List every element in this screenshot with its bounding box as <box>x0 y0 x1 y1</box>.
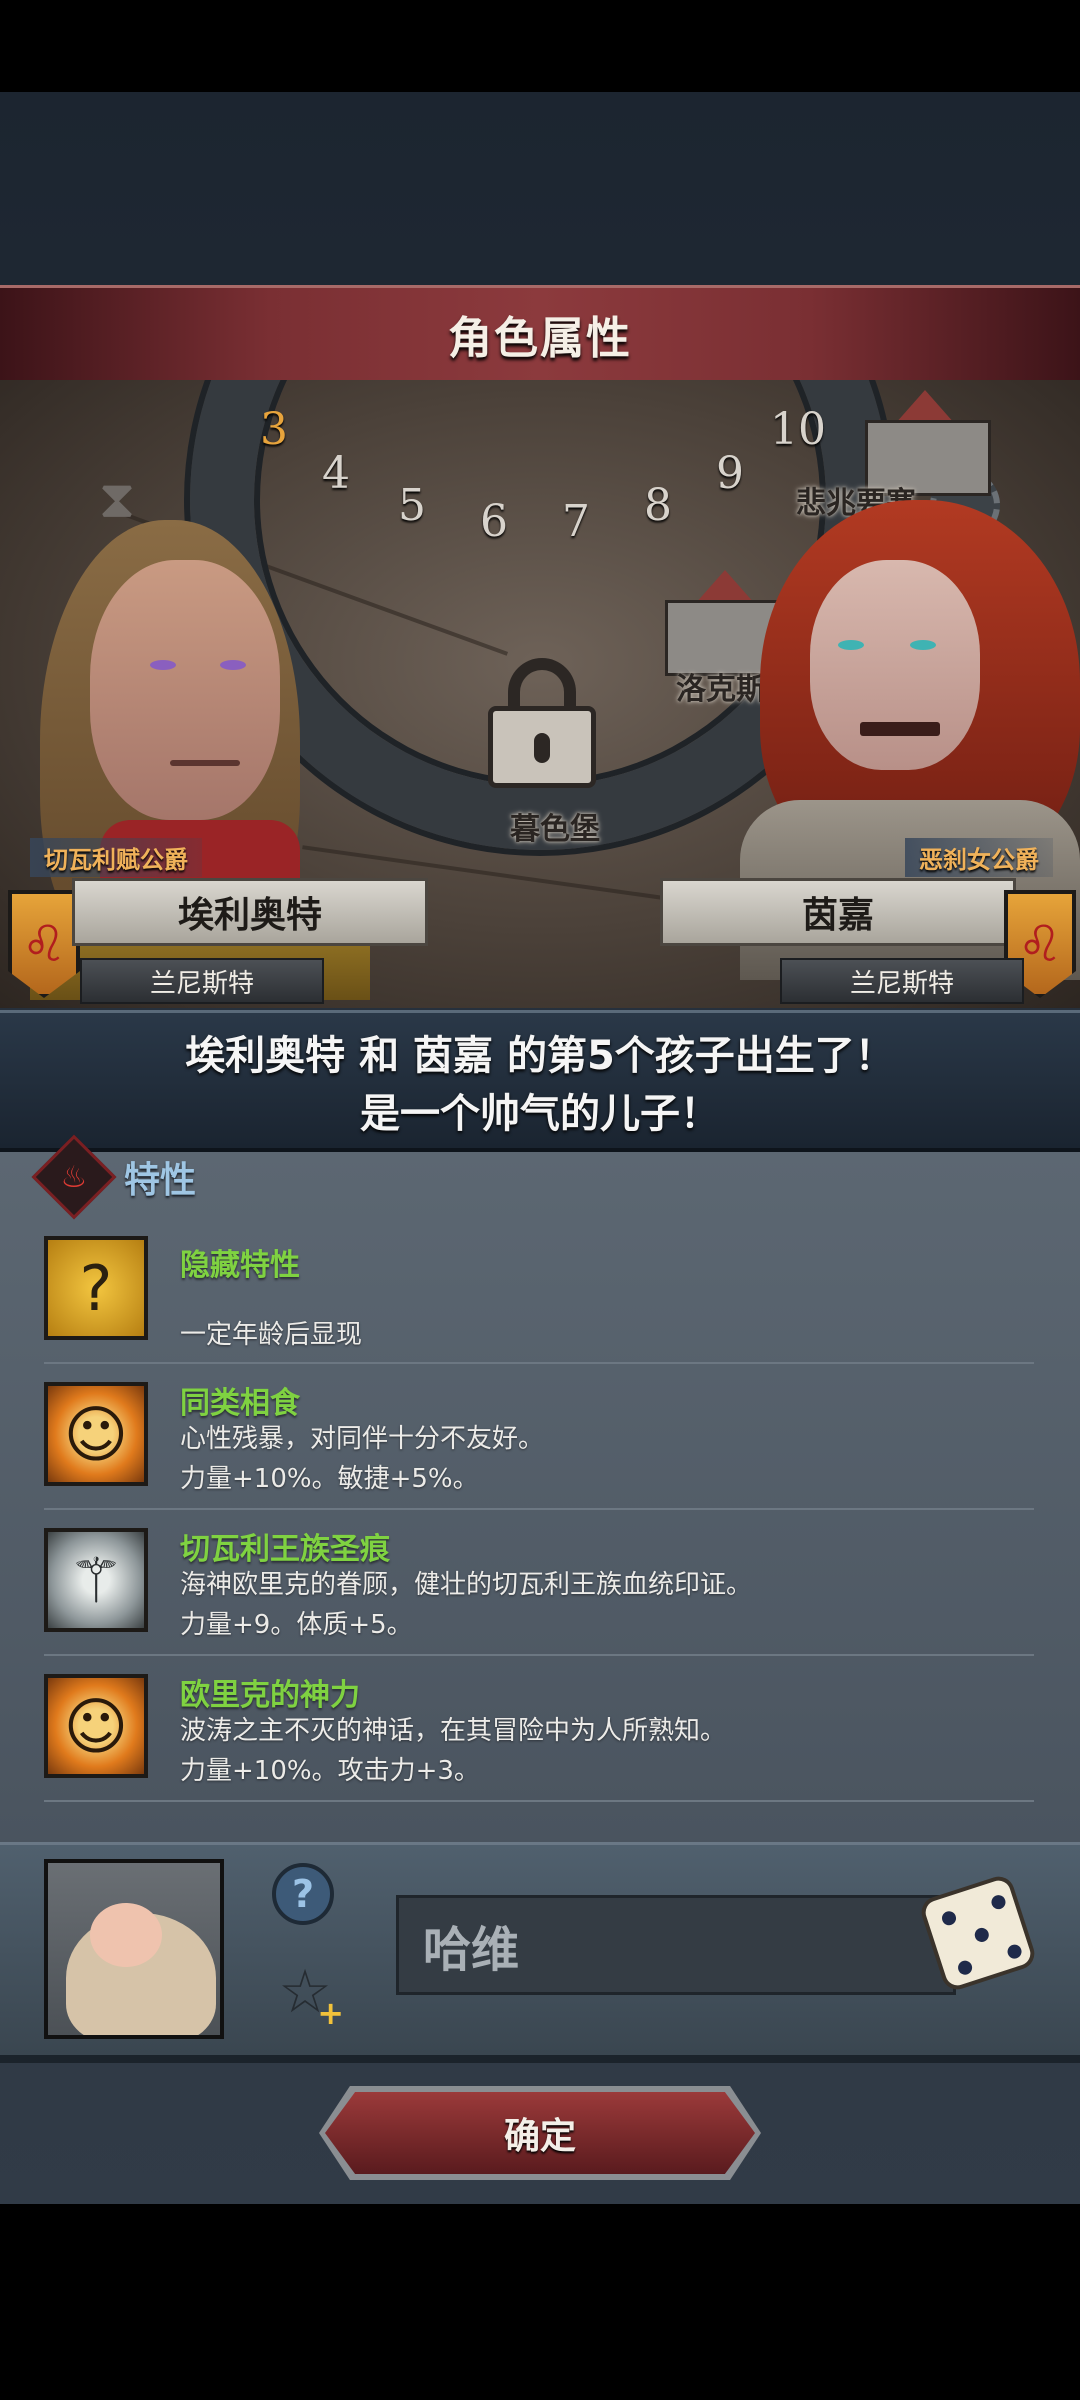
father-house: 兰尼斯特 <box>80 958 324 1004</box>
timeline-number[interactable]: 5 <box>398 480 426 531</box>
timeline-number[interactable]: 7 <box>562 496 590 547</box>
trait-item[interactable]: ☺ 欧里克的神力 波涛之主不灭的神话，在其冒险中为人所熟知。 力量+10%。攻击… <box>44 1670 1034 1802</box>
timeline-number[interactable]: 9 <box>716 448 744 499</box>
trait-desc: 力量+10%。敏捷+5%。 <box>180 1464 479 1494</box>
trait-desc: 力量+10%。攻击力+3。 <box>180 1756 480 1786</box>
mother-title: 恶刹女公爵 <box>905 838 1053 877</box>
mother-name[interactable]: 茵嘉 <box>660 878 1016 946</box>
mother-house: 兰尼斯特 <box>780 958 1024 1004</box>
announcement-line-2: 是一个帅气的儿子！ <box>360 1091 720 1137</box>
trident-sigil-icon: ⚚ <box>44 1528 148 1632</box>
favorite-star-icon[interactable]: ☆ + <box>270 1957 344 2029</box>
father-title: 切瓦利赋公爵 <box>30 838 202 877</box>
title-banner: 角色属性 <box>0 285 1080 383</box>
question-icon: ? <box>44 1236 148 1340</box>
trait-name: 隐藏特性 <box>180 1248 300 1283</box>
birth-announcement: 埃利奥特 和 茵嘉 的第5个孩子出生了！ 是一个帅气的儿子！ <box>0 1010 1080 1152</box>
timeline-number[interactable]: 3 <box>260 404 288 455</box>
place-label[interactable]: 暮色堡 <box>510 804 600 848</box>
timeline-number[interactable]: 6 <box>480 496 508 547</box>
timeline-number[interactable]: 4 <box>322 448 350 499</box>
trait-desc: 心性残暴，对同伴十分不友好。 <box>180 1424 545 1454</box>
traits-label: 特性 <box>124 1160 197 1201</box>
trait-name: 欧里克的神力 <box>180 1678 360 1713</box>
father-name[interactable]: 埃利奥特 <box>72 878 428 946</box>
child-naming-bar: ? ☆ + <box>0 1842 1080 2063</box>
plus-icon: + <box>317 1994 344 2032</box>
trait-item[interactable]: ☺ 同类相食 心性残暴，对同伴十分不友好。 力量+10%。敏捷+5%。 <box>44 1378 1034 1510</box>
help-button[interactable]: ? <box>272 1863 334 1925</box>
smiley-face-icon: ☺ <box>44 1382 148 1486</box>
smiley-face-icon: ☺ <box>44 1674 148 1778</box>
traits-section: ♨ 特性 ? 隐藏特性 一定年龄后显现 ☺ 同类相食 心性残暴，对同伴十分不友好… <box>0 1134 1080 1842</box>
traits-header: ♨ 特性 <box>31 1134 197 1220</box>
confirm-button[interactable]: 确定 <box>325 2092 755 2174</box>
trait-name: 同类相食 <box>180 1386 300 1421</box>
timeline-number[interactable]: 8 <box>644 480 672 531</box>
trait-desc: 力量+9。体质+5。 <box>180 1610 413 1640</box>
trait-item[interactable]: ⚚ 切瓦利王族圣痕 海神欧里克的眷顾，健壮的切瓦利王族血统印证。 力量+9。体质… <box>44 1524 1034 1656</box>
child-name-input[interactable] <box>396 1895 956 1995</box>
castle-icon[interactable] <box>850 390 1000 496</box>
timeline-number[interactable]: 10 <box>770 404 826 455</box>
trait-item[interactable]: ? 隐藏特性 一定年龄后显现 <box>44 1232 1034 1364</box>
announcement-line-1: 埃利奥特 和 茵嘉 的第5个孩子出生了！ <box>185 1033 895 1079</box>
lock-icon[interactable] <box>472 658 612 788</box>
page-title: 角色属性 <box>448 313 632 364</box>
trait-desc: 波涛之主不灭的神话，在其冒险中为人所熟知。 <box>180 1716 727 1746</box>
trait-desc: 海神欧里克的眷顾，健壮的切瓦利王族血统印证。 <box>180 1570 753 1600</box>
trait-desc: 一定年龄后显现 <box>180 1320 363 1350</box>
trait-name: 切瓦利王族圣痕 <box>180 1532 390 1567</box>
baby-portrait[interactable] <box>44 1859 224 2039</box>
